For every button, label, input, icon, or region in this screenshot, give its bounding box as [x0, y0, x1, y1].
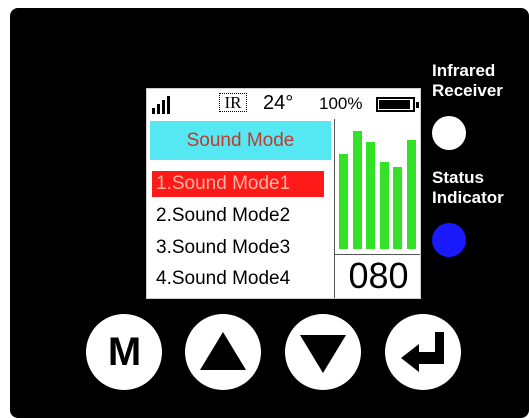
menu-title: Sound Mode [150, 121, 331, 160]
enter-return-icon [401, 332, 444, 372]
ir-indicator: IR [219, 93, 247, 112]
level-bar [366, 142, 375, 249]
level-bar [379, 162, 389, 249]
infrared-receiver-label: Infrared Receiver [432, 61, 503, 101]
battery-fill [379, 100, 410, 109]
battery-percent: 100% [319, 94, 363, 113]
counter-readout: 080 [348, 255, 409, 296]
level-meter [337, 125, 420, 249]
status-indicator-label: Status Indicator [432, 168, 504, 208]
temperature-readout: 24° [263, 92, 294, 114]
enter-button[interactable] [385, 314, 461, 390]
level-bar [406, 140, 416, 249]
status-label-line1: Status [432, 168, 484, 187]
status-indicator-led [432, 223, 466, 257]
menu-button[interactable]: M [86, 314, 162, 390]
status-label-line2: Indicator [432, 188, 504, 207]
lcd-screen: IR 24° 100% Sound Mode 1.Sound Mode1 2.S… [146, 88, 421, 299]
menu-item-sound-mode-1[interactable]: 1.Sound Mode1 [152, 171, 324, 197]
triangle-up-icon [200, 332, 246, 370]
menu-button-label: M [107, 329, 141, 374]
level-bar [393, 167, 402, 249]
up-button[interactable] [185, 314, 261, 390]
menu-item-sound-mode-2[interactable]: 2.Sound Mode2 [152, 203, 324, 229]
menu-item-sound-mode-3[interactable]: 3.Sound Mode3 [152, 235, 324, 261]
infrared-receiver-led [432, 116, 466, 150]
infrared-label-line2: Receiver [432, 81, 503, 100]
triangle-down-icon [300, 335, 346, 373]
infrared-label-line1: Infrared [432, 61, 496, 80]
device-panel: IR 24° 100% Sound Mode 1.Sound Mode1 2.S… [10, 8, 529, 418]
battery-tip [416, 102, 419, 108]
level-bar [339, 154, 348, 249]
menu-item-sound-mode-4[interactable]: 4.Sound Mode4 [152, 266, 324, 292]
level-bar [352, 131, 362, 249]
signal-bars-icon [152, 96, 174, 114]
battery-icon [376, 97, 419, 112]
status-bar: IR 24° 100% [147, 89, 420, 119]
down-button[interactable] [285, 314, 361, 390]
